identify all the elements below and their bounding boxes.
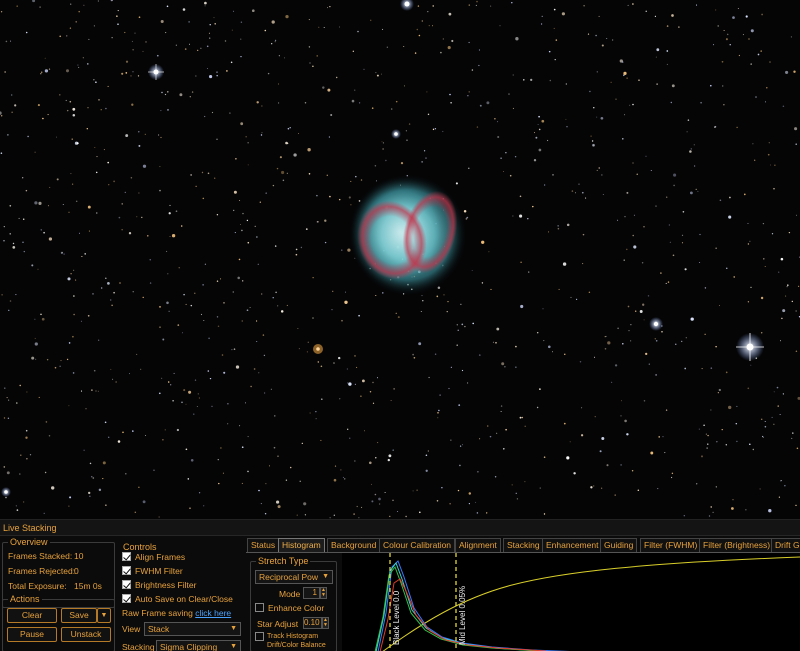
actions-title: Actions — [8, 593, 42, 605]
actions-group: Actions Clear Save ▼ Pause Unstack — [2, 593, 115, 651]
checkbox-checked-icon — [122, 580, 131, 589]
stretch-curve — [382, 556, 800, 651]
save-dropdown-button[interactable]: ▼ — [97, 608, 111, 623]
brightness-filter-label: Brightness Filter — [135, 580, 197, 590]
auto-save-checkbox[interactable]: Auto Save on Clear/Close — [122, 594, 233, 605]
raw-frame-saving-label: Raw Frame saving — [122, 608, 193, 618]
tab-stacking[interactable]: Stacking — [503, 538, 544, 552]
stretch-type-group: Stretch Type Reciprocal Pow ▼ Mode 1 ▲ ▼ … — [250, 555, 337, 651]
stacking-label: Stacking — [122, 642, 155, 651]
frames-stacked-row: Frames Stacked: 10 — [8, 551, 83, 561]
tab-background[interactable]: Background — [327, 538, 381, 552]
tab-filter-brightness[interactable]: Filter (Brightness) — [699, 538, 775, 552]
mid-level-label: Mid Level 0.05% — [458, 585, 467, 645]
panel-title: Live Stacking — [0, 520, 800, 536]
mode-input[interactable]: 1 — [303, 587, 320, 599]
view-select[interactable]: Stack ▼ — [144, 622, 241, 636]
pause-button[interactable]: Pause — [7, 627, 57, 642]
histogram-plot[interactable]: Black Level 0.0 Mid Level 0.05% — [342, 553, 800, 651]
spinner-arrows-icon: ▲ ▼ — [323, 617, 328, 628]
fwhm-filter-checkbox[interactable]: FWHM Filter — [122, 566, 183, 577]
bright-star — [391, 129, 401, 139]
bright-star — [1, 487, 11, 497]
chevron-down-icon: ▼ — [230, 625, 237, 632]
stretch-type-value: Reciprocal Pow — [259, 572, 319, 582]
track-histogram-checkbox[interactable]: Track Histogram Drift/Color Balance — [255, 632, 326, 651]
mode-label: Mode — [279, 589, 301, 599]
chevron-down-icon: ▼ — [230, 643, 237, 650]
track-histogram-label: Track Histogram — [267, 633, 319, 640]
frames-rejected-row: Frames Rejected: 0 — [8, 566, 79, 576]
tab-guiding[interactable]: Guiding — [600, 538, 638, 552]
tab-drift[interactable]: Drift G — [771, 538, 800, 552]
enhance-color-label: Enhance Color — [268, 603, 325, 613]
total-exposure-value: 15m 0s — [74, 581, 102, 591]
overview-title: Overview — [8, 536, 50, 548]
checkbox-unchecked-icon — [255, 603, 264, 612]
spinner-arrows-icon: ▲ ▼ — [321, 587, 326, 598]
checkbox-unchecked-icon — [255, 632, 264, 641]
bright-star — [400, 0, 414, 11]
fwhm-filter-label: FWHM Filter — [135, 566, 183, 576]
unstack-button[interactable]: Unstack — [61, 627, 111, 642]
tab-alignment[interactable]: Alignment — [455, 538, 501, 552]
enhance-color-checkbox[interactable]: Enhance Color — [255, 603, 324, 614]
view-select-value: Stack — [148, 624, 170, 634]
frames-rejected-value: 0 — [74, 566, 79, 576]
total-exposure-row: Total Exposure: 15m 0s — [8, 581, 102, 591]
checkbox-checked-icon — [122, 594, 131, 603]
stretch-type-title: Stretch Type — [256, 555, 311, 567]
black-level-label: Black Level 0.0 — [392, 590, 401, 645]
checkbox-checked-icon — [122, 552, 131, 561]
frames-rejected-label: Frames Rejected: — [8, 566, 76, 576]
drift-color-balance-label: Drift/Color Balance — [267, 642, 326, 649]
live-stacking-panel: Live Stacking Overview Frames Stacked: 1… — [0, 519, 800, 651]
bright-star — [148, 64, 164, 80]
chevron-down-icon: ▼ — [322, 573, 329, 580]
star-adjust-input[interactable]: 0.10 — [303, 617, 322, 629]
save-button[interactable]: Save — [61, 608, 97, 623]
histogram-svg — [374, 553, 800, 651]
total-exposure-label: Total Exposure: — [8, 581, 67, 591]
stacked-image-view[interactable] — [0, 0, 800, 519]
checkbox-checked-icon — [122, 566, 131, 575]
tab-colour-calibration[interactable]: Colour Calibration — [379, 538, 456, 552]
controls-group: Controls Align Frames FWHM Filter Bright… — [118, 541, 244, 651]
auto-save-label: Auto Save on Clear/Close — [135, 594, 233, 604]
clear-button[interactable]: Clear — [7, 608, 57, 623]
star-field — [0, 0, 800, 519]
click-here-link[interactable]: click here — [195, 608, 231, 618]
bright-star — [649, 317, 663, 331]
nebula — [350, 175, 466, 295]
align-frames-checkbox[interactable]: Align Frames — [122, 552, 185, 563]
frames-stacked-value: 10 — [74, 551, 84, 561]
align-frames-label: Align Frames — [135, 552, 186, 562]
raw-frame-saving-row: Raw Frame saving click here — [122, 608, 231, 619]
mode-spinner[interactable]: ▲ ▼ — [320, 587, 327, 599]
stacking-select[interactable]: Sigma Clipping ▼ — [156, 640, 241, 651]
view-label: View — [122, 624, 141, 634]
tab-histogram[interactable]: Histogram — [278, 538, 325, 552]
star-adjust-label: Star Adjust — [257, 619, 299, 629]
stacking-select-value: Sigma Clipping — [160, 642, 218, 651]
tab-status[interactable]: Status — [247, 538, 280, 552]
bright-star — [736, 333, 764, 361]
chevron-down-icon: ▼ — [100, 612, 108, 619]
star-adjust-spinner[interactable]: ▲ ▼ — [322, 617, 329, 629]
stretch-type-select[interactable]: Reciprocal Pow ▼ — [255, 570, 333, 584]
bright-star — [313, 344, 323, 354]
frames-stacked-label: Frames Stacked: — [8, 551, 73, 561]
brightness-filter-checkbox[interactable]: Brightness Filter — [122, 580, 196, 591]
tab-bar: Status Histogram Background Colour Calib… — [246, 538, 800, 552]
tab-enhancement[interactable]: Enhancement — [542, 538, 603, 552]
tab-filter-fwhm[interactable]: Filter (FWHM) — [640, 538, 702, 552]
